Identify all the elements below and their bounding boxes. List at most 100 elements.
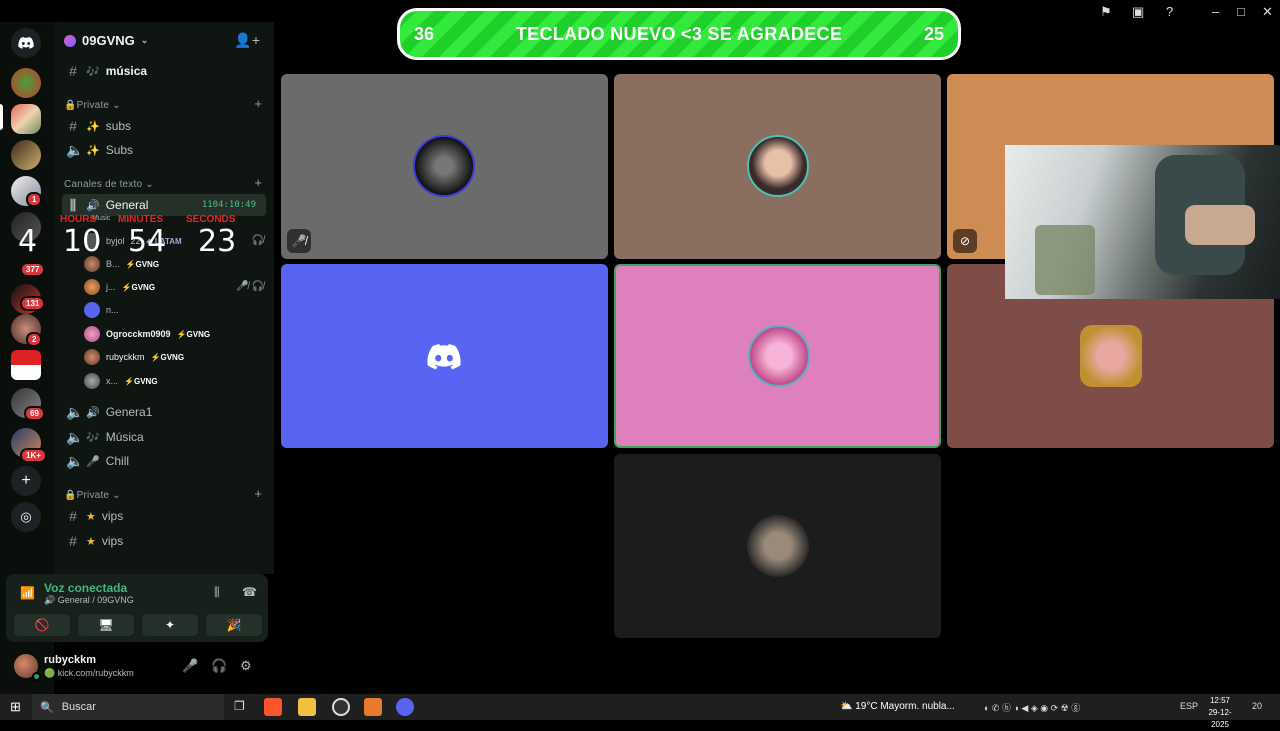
channel-general1-voice[interactable]: 🔈 🔊 Genera1	[62, 401, 266, 423]
voice-user[interactable]: Ogrocckm0909 ⚡GVNG	[84, 324, 210, 344]
server-header[interactable]: 09GVNG ⌄	[64, 33, 148, 48]
voice-user[interactable]: n...	[84, 300, 119, 320]
countdown-minutes: 10	[63, 224, 102, 259]
language-indicator[interactable]: ESP	[1180, 701, 1198, 711]
server-icon-chile[interactable]	[11, 350, 41, 380]
category-private[interactable]: 🔒Private ⌄	[64, 100, 121, 111]
microphone-icon[interactable]: 🎤	[182, 658, 198, 674]
custom-status: 🟢 kick.com/rubyckkm	[44, 668, 134, 678]
avatar	[748, 325, 810, 387]
help-icon[interactable]: ?	[1166, 4, 1173, 19]
settings-gear-icon[interactable]: ⚙	[240, 658, 252, 674]
system-tray-icons[interactable]: ◐ ✆ ⓑ ◑ ◀ ◈ ◉ ⟳ ☢ ⓖ	[984, 701, 1080, 714]
video-tile[interactable]: 🎤̸	[281, 74, 608, 259]
weather-widget[interactable]: ⛅ 19°C Mayorm. nubla...	[840, 701, 955, 712]
inbox-flag-icon[interactable]: ⚑	[1100, 4, 1112, 20]
speaker-icon: 🔈	[66, 141, 84, 158]
windows-start-icon[interactable]: ⊞	[10, 699, 21, 715]
avatar	[747, 515, 809, 577]
unread-badge: 69	[24, 406, 45, 421]
activities-button[interactable]: ✦	[142, 614, 198, 636]
disconnect-icon[interactable]: ☎	[242, 585, 257, 599]
minimize-icon[interactable]: –	[1212, 4, 1219, 19]
avatar	[84, 373, 100, 389]
close-icon[interactable]: ✕	[1262, 4, 1273, 20]
voice-user[interactable]: x... ⚡GVNG	[84, 371, 158, 391]
avatar	[413, 135, 475, 197]
channel-musica-voice[interactable]: 🔈 🎶 Música	[62, 426, 266, 448]
invite-people-icon[interactable]: 👤+	[234, 32, 260, 49]
goal-banner: 36 TECLADO NUEVO <3 SE AGRADECE 25	[397, 8, 961, 60]
channel-vips-1[interactable]: # ★ vips	[62, 505, 266, 527]
avatar	[84, 302, 100, 318]
selected-indicator	[0, 104, 3, 130]
server-avatar-icon	[64, 34, 76, 47]
channel-vips-2[interactable]: # ★ vips	[62, 530, 266, 552]
server-icon-pepe[interactable]	[11, 68, 41, 98]
signal-icon: 📶	[20, 586, 35, 600]
brave-browser-icon[interactable]	[264, 698, 282, 716]
chevron-down-icon: ⌄	[140, 35, 149, 45]
discord-taskbar-icon[interactable]	[396, 698, 414, 716]
voice-connected-panel: 📶 Voz conectada 🔊 General / 09GVNG ⫼ ☎ 🚫…	[6, 574, 268, 642]
channel-musica-text[interactable]: # 🎶 música	[62, 60, 266, 82]
noise-suppression-icon[interactable]: ⫼	[214, 585, 220, 600]
create-channel-icon[interactable]: +	[254, 486, 262, 501]
discord-home-icon[interactable]	[11, 28, 41, 58]
channel-chill-voice[interactable]: 🔈 🎤 Chill	[62, 450, 266, 472]
muted-mic-icon: 🎤̸	[287, 229, 311, 253]
category-text-channels[interactable]: Canales de texto ⌄	[64, 179, 154, 190]
discover-compass-icon[interactable]: ◎	[11, 502, 41, 532]
maximize-icon[interactable]: □	[1237, 4, 1245, 19]
video-tile[interactable]	[614, 454, 941, 638]
task-view-icon[interactable]: ❐	[234, 699, 245, 713]
hashtag-icon: #	[69, 118, 77, 134]
search-box[interactable]: 🔍 Buscar	[32, 694, 224, 720]
video-tile[interactable]	[614, 74, 941, 259]
speaker-icon: 🔈	[66, 403, 84, 420]
discord-logo-icon	[427, 344, 461, 370]
channel-subs-voice[interactable]: 🔈 ✨ Subs	[62, 139, 266, 161]
avatar	[84, 326, 100, 342]
voice-channel-path[interactable]: 🔊 General / 09GVNG	[44, 595, 134, 606]
unread-badge: 131	[20, 296, 46, 311]
category-private[interactable]: 🔒Private ⌄	[64, 490, 121, 501]
user-panel: rubyckkm 🟢 kick.com/rubyckkm 🎤 🎧 ⚙	[6, 646, 268, 688]
unread-badge: 1K+	[20, 448, 47, 463]
video-tile[interactable]	[281, 264, 608, 448]
camera-toggle-button[interactable]: 🚫	[14, 614, 70, 636]
avatar	[84, 349, 100, 365]
clock[interactable]: 12:57 29-12-2025	[1200, 695, 1240, 731]
soundboard-button[interactable]: 🎉	[206, 614, 262, 636]
screen-share-button[interactable]: 🖥	[78, 614, 134, 636]
voice-active-icon: ⫼	[69, 196, 77, 213]
create-channel-icon[interactable]: +	[254, 175, 262, 190]
add-server-icon[interactable]: +	[11, 466, 41, 496]
banner-left-number: 36	[414, 23, 435, 44]
avatar	[1080, 325, 1142, 387]
hashtag-icon: #	[69, 63, 77, 79]
deafened-icon: 🎧̸	[251, 235, 264, 246]
app-icon[interactable]	[364, 698, 382, 716]
streamer-webcam	[1005, 145, 1280, 299]
notification-count[interactable]: 20	[1252, 701, 1262, 711]
banner-right-number: 25	[923, 23, 944, 44]
voice-user[interactable]: rubyckkm ⚡GVNG	[84, 347, 184, 367]
screen-icon[interactable]: ▣	[1132, 4, 1144, 20]
voice-user[interactable]: j... ⚡GVNG	[84, 277, 155, 297]
obs-icon[interactable]	[332, 698, 350, 716]
channel-general-voice[interactable]: ⫼ 🔊 General 1104:10:49	[62, 194, 266, 216]
channel-sidebar: 09GVNG ⌄ 👤+ # 🎶 música 🔒Private ⌄ + # ✨ …	[54, 22, 274, 574]
headphones-icon[interactable]: 🎧	[211, 658, 227, 674]
server-name: 09GVNG	[82, 33, 135, 48]
video-tile-speaking[interactable]	[614, 264, 941, 448]
file-explorer-icon[interactable]	[298, 698, 316, 716]
muted-deafened-icon: 🎤̸ 🎧̸	[236, 281, 264, 292]
unread-badge: 2	[26, 332, 43, 347]
channel-subs-text[interactable]: # ✨ subs	[62, 115, 266, 137]
server-icon-rubyckkm[interactable]	[11, 140, 41, 170]
create-channel-icon[interactable]: +	[254, 96, 262, 111]
hashtag-icon: #	[69, 533, 77, 549]
camera-off-icon: ⊘	[953, 229, 977, 253]
server-icon-09gvng[interactable]	[11, 104, 41, 134]
